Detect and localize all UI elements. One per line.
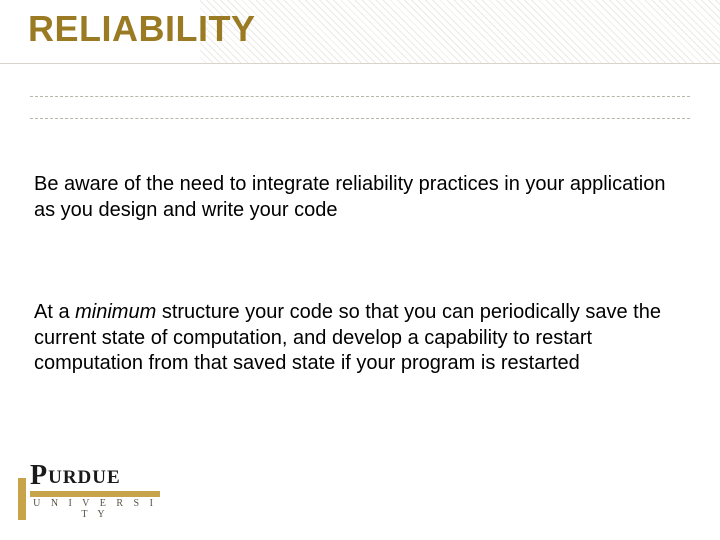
logo-accent-strip: [18, 478, 26, 520]
paragraph-1: Be aware of the need to integrate reliab…: [34, 172, 670, 223]
purdue-logo: P URDUE U N I V E R S I T Y: [30, 462, 160, 520]
divider-line-1: [30, 96, 690, 97]
divider-line-2: [30, 118, 690, 119]
slide-title: RELIABILITY: [28, 8, 256, 50]
paragraph-2: At a minimum structure your code so that…: [34, 300, 670, 377]
logo-letter-p: P: [30, 462, 47, 490]
logo-urdue: URDUE: [48, 468, 121, 490]
paragraph-2-pre: At a: [34, 301, 75, 323]
slide: RELIABILITY Be aware of the need to inte…: [0, 0, 720, 540]
logo-gold-bar: [30, 491, 160, 497]
logo-wordmark-row: P URDUE: [30, 462, 160, 490]
paragraph-2-emphasis: minimum: [75, 301, 156, 323]
logo-university-text: U N I V E R S I T Y: [30, 498, 160, 520]
